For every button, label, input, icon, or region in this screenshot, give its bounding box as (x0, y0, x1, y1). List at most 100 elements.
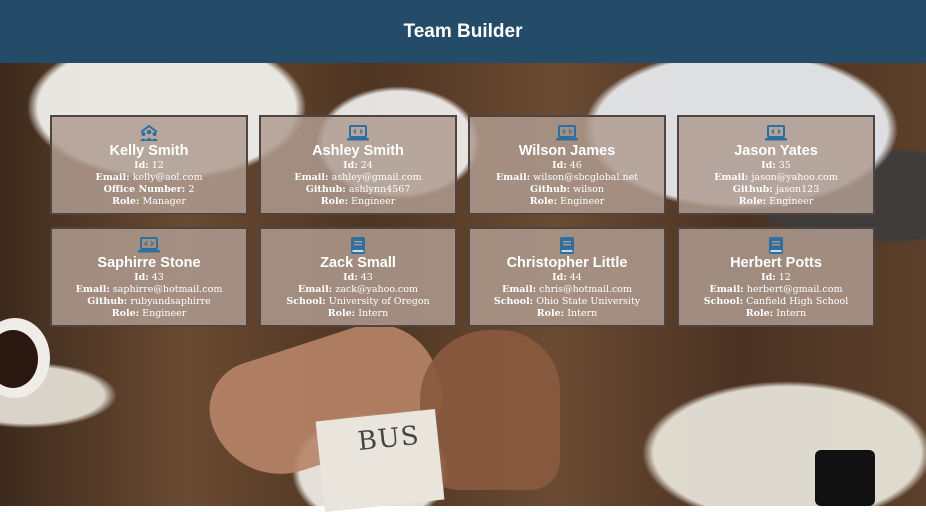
role-label: Role: (745, 308, 774, 319)
role-value: Engineer (142, 308, 187, 319)
employee-card: Christopher Little Id: 44 Email: chris@hot… (468, 227, 666, 327)
id-value: 35 (778, 160, 791, 171)
email-label: Email: (75, 284, 110, 295)
employee-name: Jason Yates (734, 143, 818, 159)
employee-card: Jason Yates Id: 35 Email: jason@yahoo.com G… (677, 115, 875, 215)
id-label: Id: (552, 160, 567, 171)
school-value: University of Oregon (328, 296, 430, 307)
employee-email: Email: wilson@sbcglobal.net (496, 172, 638, 184)
github-label: Github: (732, 184, 773, 195)
email-link[interactable]: kelly@aol.com (133, 172, 203, 183)
employee-email: Email: jason@yahoo.com (714, 172, 838, 184)
email-link[interactable]: wilson@sbcglobal.net (533, 172, 638, 183)
role-value: Intern (776, 308, 807, 319)
github-value[interactable]: ashlynn4567 (349, 184, 410, 195)
employee-github: Github: jason123 (733, 184, 820, 196)
email-link[interactable]: saphirre@hotmail.com (113, 284, 222, 295)
role-label: Role: (529, 196, 558, 207)
email-label: Email: (298, 284, 333, 295)
employee-id: Id: 12 (761, 272, 791, 284)
id-value: 12 (151, 160, 164, 171)
employee-email: Email: kelly@aol.com (95, 172, 202, 184)
email-label: Email: (95, 172, 130, 183)
id-label: Id: (134, 160, 149, 171)
github-value[interactable]: jason123 (776, 184, 819, 195)
role-value: Manager (142, 196, 186, 207)
employee-id: Id: 43 (343, 272, 373, 284)
app-header: Team Builder (0, 0, 926, 63)
school-label: School: (493, 296, 534, 307)
employee-role: Role: Engineer (321, 196, 396, 208)
email-label: Email: (501, 284, 537, 295)
employee-role: Role: Intern (537, 308, 597, 320)
employee-school: School: Canfield High School (704, 296, 849, 308)
email-label: Email: (294, 172, 329, 183)
employee-school: School: Ohio State University (494, 296, 640, 308)
employee-name: Zack Small (320, 255, 396, 271)
role-label: Role: (111, 308, 140, 319)
id-label: Id: (761, 160, 776, 171)
school-value: Canfield High School (746, 296, 849, 307)
github-value[interactable]: wilson (573, 184, 604, 195)
email-label: Email: (709, 284, 744, 295)
employee-card: Zack Small Id: 43 Email: zack@yahoo.com Sch… (259, 227, 457, 327)
id-value: 46 (569, 160, 582, 171)
github-label: Github: (87, 296, 128, 307)
employee-id: Id: 46 (552, 160, 582, 172)
book-icon (351, 236, 365, 254)
role-value: Engineer (769, 196, 814, 207)
role-label: Role: (327, 308, 356, 319)
email-link[interactable]: zack@yahoo.com (335, 284, 418, 295)
id-value: 12 (778, 272, 791, 283)
employee-id: Id: 24 (343, 160, 373, 172)
employee-id: Id: 12 (134, 160, 164, 172)
employee-card-grid: Kelly Smith Id: 12 Email: kelly@aol.com Off… (50, 115, 876, 327)
role-label: Role: (738, 196, 767, 207)
employee-role: Role: Engineer (112, 308, 187, 320)
book-icon (769, 236, 783, 254)
email-link[interactable]: ashley@gmail.com (332, 172, 422, 183)
employee-role: Role: Engineer (530, 196, 605, 208)
employee-email: Email: herbert@gmail.com (710, 284, 843, 296)
email-link[interactable]: jason@yahoo.com (751, 172, 837, 183)
employee-card: Saphirre Stone Id: 43 Email: saphirre@hotm… (50, 227, 248, 327)
employee-card: Kelly Smith Id: 12 Email: kelly@aol.com Off… (50, 115, 248, 215)
employee-email: Email: ashley@gmail.com (294, 172, 421, 184)
employee-github: Github: ashlynn4567 (306, 184, 411, 196)
github-label: Github: (305, 184, 346, 195)
employee-name: Christopher Little (506, 255, 628, 271)
school-value: Ohio State University (536, 296, 641, 307)
employee-name: Herbert Potts (730, 255, 822, 271)
office-number-value: 2 (188, 184, 195, 195)
employee-name: Wilson James (518, 143, 616, 159)
employee-name: Ashley Smith (312, 143, 404, 159)
email-link[interactable]: chris@hotmail.com (539, 284, 632, 295)
github-value[interactable]: rubyandsaphirre (130, 296, 210, 307)
employee-email: Email: chris@hotmail.com (502, 284, 632, 296)
newspaper-headline: BUS (356, 420, 422, 458)
employee-id: Id: 44 (552, 272, 582, 284)
employee-office-number: Office Number: 2 (104, 184, 195, 196)
role-label: Role: (112, 196, 140, 207)
id-label: Id: (343, 272, 358, 283)
id-label: Id: (343, 160, 358, 171)
employee-id: Id: 35 (761, 160, 791, 172)
id-label: Id: (552, 272, 567, 283)
github-label: Github: (529, 184, 571, 195)
employee-github: Github: rubyandsaphirre (87, 296, 211, 308)
employee-role: Role: Intern (328, 308, 388, 320)
background-newspaper: BUS (315, 408, 445, 512)
id-value: 43 (360, 272, 373, 283)
id-value: 44 (569, 272, 582, 283)
employee-email: Email: zack@yahoo.com (298, 284, 418, 296)
id-label: Id: (761, 272, 776, 283)
id-value: 24 (360, 160, 373, 171)
employee-role: Role: Manager (112, 196, 186, 208)
school-label: School: (286, 296, 326, 307)
book-icon (560, 236, 574, 254)
employee-name: Saphirre Stone (97, 255, 201, 271)
employee-name: Kelly Smith (109, 143, 189, 159)
role-value: Intern (567, 308, 598, 319)
email-link[interactable]: herbert@gmail.com (747, 284, 843, 295)
role-value: Engineer (351, 196, 396, 207)
